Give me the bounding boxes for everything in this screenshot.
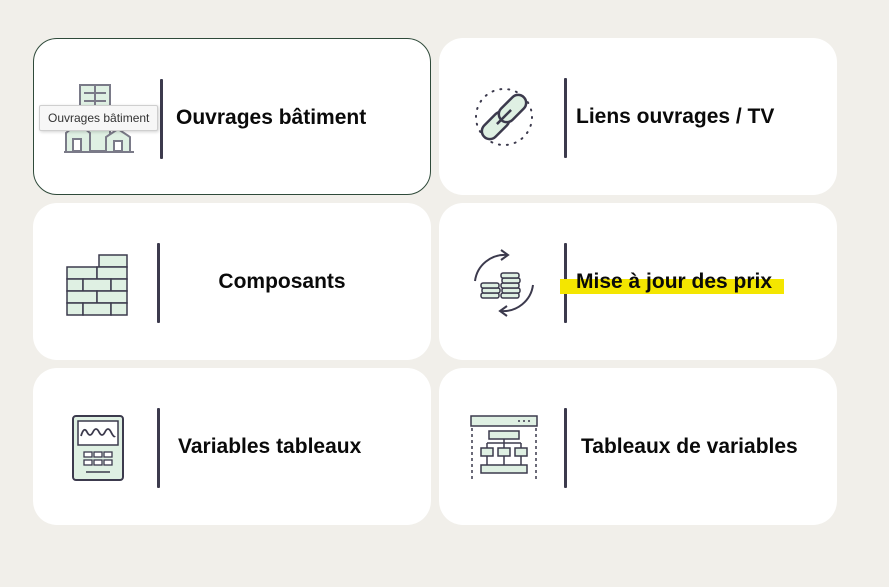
card-label: Tableaux de variables xyxy=(581,434,798,458)
card-label: Composants xyxy=(218,269,346,293)
card-label: Mise à jour des prix xyxy=(560,203,785,360)
card-divider xyxy=(564,78,567,158)
card-variables-tableaux[interactable]: Variables tableaux xyxy=(33,368,431,525)
card-label: Ouvrages bâtiment xyxy=(176,105,367,129)
card-liens-ouvrages-tv[interactable]: Liens ouvrages / TV xyxy=(439,38,837,195)
price-update-icon xyxy=(467,241,541,323)
card-label: Variables tableaux xyxy=(178,434,362,458)
card-composants[interactable]: Composants xyxy=(33,203,431,360)
chain-link-icon xyxy=(467,76,541,158)
brick-wall-icon xyxy=(61,241,135,323)
card-divider xyxy=(564,408,567,488)
card-tableaux-de-variables[interactable]: Tableaux de variables xyxy=(439,368,837,525)
meter-panel-icon xyxy=(61,406,135,488)
card-divider xyxy=(157,243,160,323)
card-mise-a-jour-des-prix[interactable]: Mise à jour des prix xyxy=(439,203,837,360)
card-label: Liens ouvrages / TV xyxy=(576,104,775,128)
card-divider xyxy=(160,79,163,159)
card-divider xyxy=(157,408,160,488)
flowchart-table-icon xyxy=(467,406,541,488)
tooltip: Ouvrages bâtiment xyxy=(39,105,159,131)
